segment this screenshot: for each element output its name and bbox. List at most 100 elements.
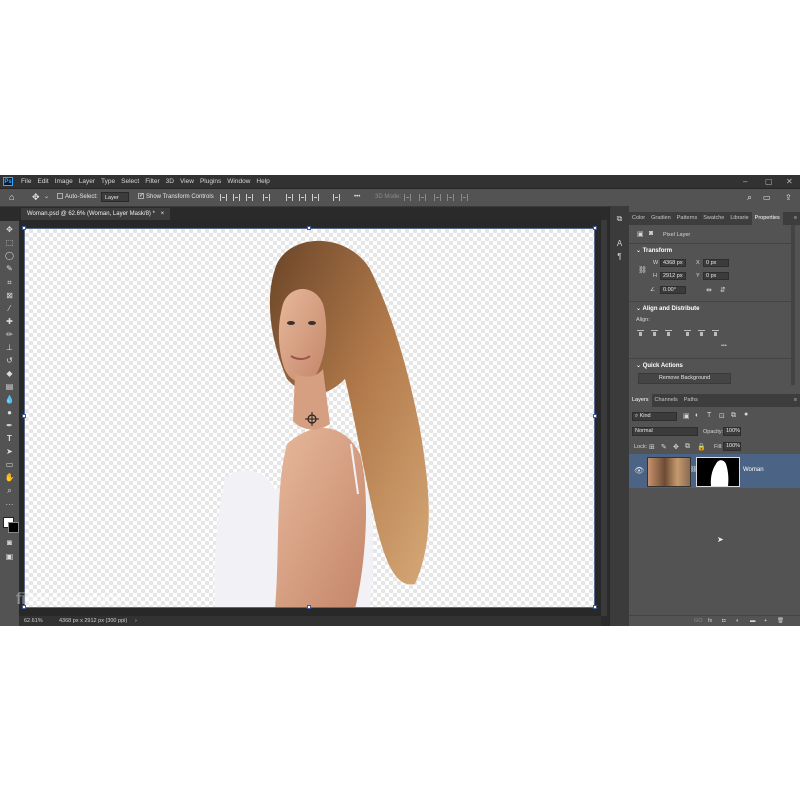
transform-handle-tr[interactable]: [593, 226, 597, 230]
document-tab[interactable]: Woman.psd @ 62.6% (Woman, Layer Mask/8) …: [21, 208, 171, 220]
transform-handle-b[interactable]: [307, 605, 311, 609]
tab-gradients[interactable]: Gradien: [648, 212, 674, 225]
edit-toolbar-icon[interactable]: ···: [4, 500, 15, 510]
align-top-icon[interactable]: [263, 194, 270, 201]
search-icon[interactable]: ⌕: [747, 191, 752, 204]
x-field[interactable]: 0 px: [703, 259, 729, 267]
tool-preset-chevron-icon[interactable]: ⌄: [44, 191, 49, 204]
clone-stamp-tool-icon[interactable]: ⊥: [4, 343, 15, 353]
move-tool-icon[interactable]: ✥: [32, 191, 40, 204]
align-horizontal-centers-icon[interactable]: [651, 330, 658, 337]
gradient-tool-icon[interactable]: ▤: [4, 382, 15, 392]
tab-properties[interactable]: Properties: [751, 212, 783, 225]
pen-tool-icon[interactable]: ✒: [4, 421, 15, 431]
delete-layer-icon[interactable]: 🗑: [777, 618, 784, 624]
menu-3d[interactable]: 3D: [163, 175, 177, 188]
properties-scrollbar[interactable]: [791, 225, 795, 385]
height-field[interactable]: 2912 px: [660, 272, 686, 280]
layer-thumbnail[interactable]: [647, 457, 691, 487]
workspace-icon[interactable]: ▭: [763, 191, 771, 204]
lock-image-icon[interactable]: ✎: [661, 443, 667, 451]
menu-view[interactable]: View: [177, 175, 197, 188]
layer-filter-dropdown[interactable]: ⌕ Kind: [632, 412, 677, 421]
layer-mask-thumbnail[interactable]: [696, 457, 740, 487]
frame-tool-icon[interactable]: ⊠: [4, 291, 15, 301]
align-right-icon[interactable]: [246, 194, 253, 201]
transform-handle-br[interactable]: [593, 605, 597, 609]
layer-name[interactable]: Woman: [743, 467, 764, 473]
transform-handle-t[interactable]: [307, 226, 311, 230]
filter-smart-object-icon[interactable]: ⧉: [731, 412, 736, 420]
3d-roll-icon[interactable]: [419, 194, 426, 201]
screen-mode-icon[interactable]: ▣: [4, 552, 15, 562]
zoom-tool-icon[interactable]: ⌕: [4, 486, 15, 496]
hand-tool-icon[interactable]: ✋: [4, 473, 15, 483]
menu-select[interactable]: Select: [118, 175, 142, 188]
rectangle-tool-icon[interactable]: ▭: [4, 460, 15, 470]
link-dimensions-icon[interactable]: ⛓: [638, 266, 647, 274]
crop-tool-icon[interactable]: ⌗: [4, 278, 15, 288]
filter-toggle-icon[interactable]: ●: [744, 411, 748, 418]
transform-section-title[interactable]: ⌄ Transform: [636, 247, 672, 254]
fx-icon[interactable]: fx: [708, 618, 712, 624]
brush-tool-icon[interactable]: ✏: [4, 330, 15, 340]
auto-select-target-dropdown[interactable]: Layer: [101, 192, 129, 202]
tab-patterns[interactable]: Patterns: [674, 212, 700, 225]
history-brush-tool-icon[interactable]: ↺: [4, 356, 15, 366]
fill-field[interactable]: 100%: [723, 442, 741, 451]
path-selection-tool-icon[interactable]: ➤: [4, 447, 15, 457]
menu-filter[interactable]: Filter: [142, 175, 162, 188]
align-right-edges-icon[interactable]: [665, 330, 672, 337]
tab-paths[interactable]: Paths: [681, 394, 701, 407]
lock-transparent-icon[interactable]: ⊞: [649, 443, 655, 451]
dodge-tool-icon[interactable]: ●: [4, 408, 15, 418]
opacity-field[interactable]: 100%: [723, 427, 741, 436]
menu-help[interactable]: Help: [253, 175, 272, 188]
remove-background-button[interactable]: Remove Background: [638, 373, 731, 384]
distribute-spacing-icon[interactable]: [333, 194, 340, 201]
move-tool-icon[interactable]: ✥: [4, 225, 15, 235]
blur-tool-icon[interactable]: 💧: [4, 395, 15, 405]
filter-adjustment-icon[interactable]: ◐: [695, 412, 699, 419]
3d-orbit-icon[interactable]: [404, 194, 411, 201]
width-field[interactable]: 4368 px: [660, 259, 686, 267]
lasso-tool-icon[interactable]: ◯: [4, 251, 15, 261]
tab-color[interactable]: Color: [629, 212, 648, 225]
align-left-icon[interactable]: [220, 194, 227, 201]
y-field[interactable]: 0 px: [703, 272, 729, 280]
align-center-icon[interactable]: [233, 194, 240, 201]
layers-panel-menu-icon[interactable]: ≡: [791, 394, 800, 407]
lock-position-icon[interactable]: ✥: [673, 443, 679, 451]
menu-type[interactable]: Type: [98, 175, 118, 188]
visibility-eye-icon[interactable]: 👁: [634, 466, 644, 475]
status-menu-arrow-icon[interactable]: ›: [135, 616, 137, 626]
align-middle-icon[interactable]: [286, 194, 293, 201]
eyedropper-tool-icon[interactable]: ⁄: [4, 304, 15, 314]
flip-horizontal-icon[interactable]: ⇹: [706, 286, 712, 294]
transform-handle-l[interactable]: [22, 414, 26, 418]
tab-layers[interactable]: Layers: [629, 394, 652, 407]
align-top-edges-icon[interactable]: [684, 330, 691, 337]
new-layer-icon[interactable]: +: [764, 618, 767, 624]
tab-libraries[interactable]: Librarie: [727, 212, 751, 225]
menu-plugins[interactable]: Plugins: [197, 175, 224, 188]
auto-select-checkbox[interactable]: Auto-Select:: [57, 191, 98, 204]
panel-menu-icon[interactable]: ≡: [791, 212, 800, 225]
3d-scale-icon[interactable]: [461, 194, 468, 201]
quick-actions-section-title[interactable]: ⌄ Quick Actions: [636, 362, 683, 369]
vertical-scrollbar[interactable]: [601, 220, 607, 616]
menu-window[interactable]: Window: [224, 175, 253, 188]
tab-channels[interactable]: Channels: [652, 394, 681, 407]
more-options-button[interactable]: •••: [354, 191, 360, 204]
maximize-button[interactable]: ▢: [765, 175, 773, 188]
document-canvas[interactable]: [24, 228, 595, 608]
distribute-icon[interactable]: [312, 194, 319, 201]
tab-swatches[interactable]: Swatche: [700, 212, 727, 225]
lock-artboard-icon[interactable]: ⧉: [685, 443, 690, 451]
character-panel-icon[interactable]: A: [614, 239, 625, 249]
paragraph-panel-icon[interactable]: ¶: [614, 252, 625, 262]
align-bottom-edges-icon[interactable]: [712, 330, 719, 337]
home-icon[interactable]: ⌂: [9, 191, 14, 204]
angle-field[interactable]: 0.00°: [660, 286, 686, 294]
new-group-icon[interactable]: ▬: [750, 618, 756, 624]
